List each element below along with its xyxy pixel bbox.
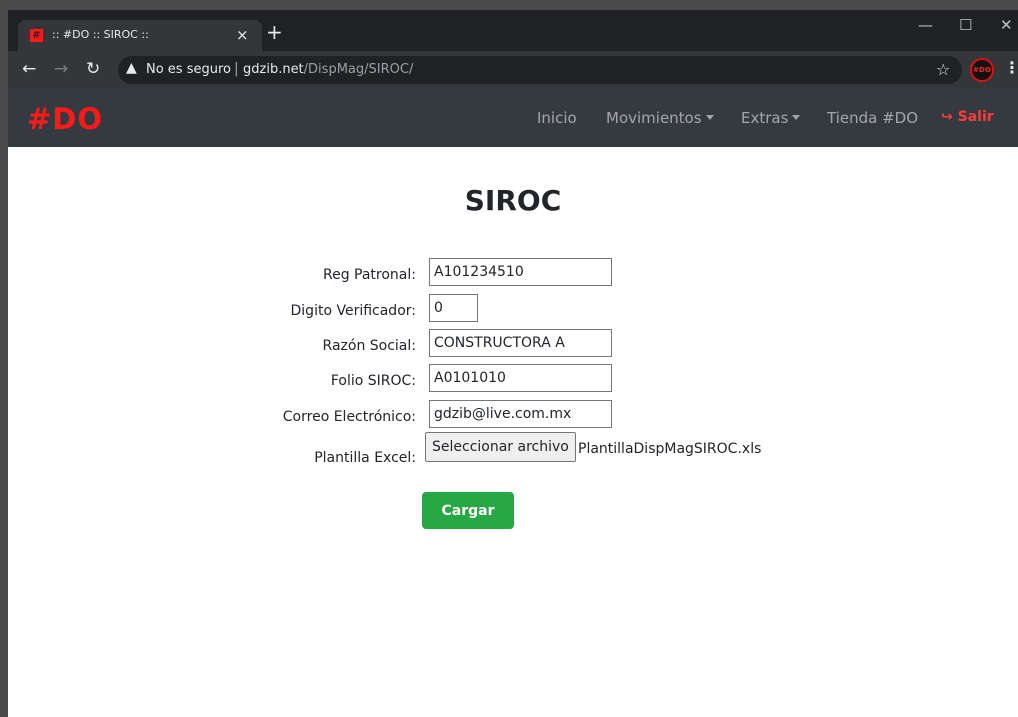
razon-social-label: Razón Social: xyxy=(322,338,416,354)
nav-salir-label: Salir xyxy=(957,109,994,125)
minimize-icon[interactable]: — xyxy=(918,16,933,34)
back-icon[interactable]: ← xyxy=(22,59,36,79)
url-text[interactable]: gdzib.net/DispMag/SIROC/ xyxy=(243,62,413,77)
nav-tienda[interactable]: Tienda #DO xyxy=(827,109,918,127)
browser-tab[interactable]: # :: #DO :: SIROC :: × xyxy=(18,20,262,51)
nav-inicio[interactable]: Inicio xyxy=(537,109,577,127)
profile-avatar[interactable]: #DO xyxy=(970,58,994,82)
nav-extras-label: Extras xyxy=(741,109,789,127)
page-content: #DO Inicio Movimientos Extras Tienda #DO… xyxy=(8,89,1018,717)
security-label[interactable]: No es seguro xyxy=(146,62,231,77)
razon-social-input[interactable] xyxy=(429,329,612,357)
address-bar[interactable]: ▲ No es seguro | gdzib.net/DispMag/SIROC… xyxy=(118,56,962,84)
close-window-icon[interactable]: ✕ xyxy=(1000,16,1013,34)
correo-label: Correo Electrónico: xyxy=(282,409,416,425)
reload-icon[interactable]: ↻ xyxy=(86,59,100,79)
sign-out-icon: ↪ xyxy=(941,109,953,125)
nav-salir[interactable]: ↪ Salir xyxy=(941,109,994,125)
maximize-icon[interactable]: ☐ xyxy=(959,16,972,34)
choose-file-button[interactable]: Seleccionar archivo xyxy=(425,432,576,462)
plantilla-label: Plantilla Excel: xyxy=(314,450,416,466)
warning-icon: ▲ xyxy=(126,60,137,76)
digito-verificador-input[interactable] xyxy=(429,294,478,322)
url-path: /DispMag/SIROC/ xyxy=(303,62,414,77)
folio-siroc-label: Folio SIROC: xyxy=(330,373,416,389)
address-separator: | xyxy=(234,61,239,77)
favicon-icon: # xyxy=(30,29,43,42)
browser-menu-icon[interactable]: ⋮ xyxy=(1004,58,1018,77)
folio-siroc-input[interactable] xyxy=(429,364,612,392)
correo-input[interactable] xyxy=(429,400,612,428)
digito-verificador-label: Digito Verificador: xyxy=(290,303,416,319)
site-navbar: #DO Inicio Movimientos Extras Tienda #DO… xyxy=(8,89,1018,147)
browser-toolbar: ← → ↻ ▲ No es seguro | gdzib.net/DispMag… xyxy=(8,51,1018,89)
url-host: gdzib.net xyxy=(243,62,304,77)
brand-logo[interactable]: #DO xyxy=(27,102,103,136)
reg-patronal-input[interactable] xyxy=(429,258,612,286)
nav-extras[interactable]: Extras xyxy=(741,109,801,127)
caret-down-icon xyxy=(705,115,714,120)
cargar-button[interactable]: Cargar xyxy=(422,492,514,529)
tab-strip: # :: #DO :: SIROC :: × + — ☐ ✕ xyxy=(8,10,1018,51)
caret-down-icon xyxy=(792,115,801,120)
selected-filename: PlantillaDispMagSIROC.xls xyxy=(578,441,762,457)
browser-window: # :: #DO :: SIROC :: × + — ☐ ✕ ← → ↻ ▲ N… xyxy=(8,10,1018,717)
tab-close-icon[interactable]: × xyxy=(236,26,249,44)
tab-title: :: #DO :: SIROC :: xyxy=(52,28,149,41)
nav-movimientos[interactable]: Movimientos xyxy=(606,109,714,127)
new-tab-icon[interactable]: + xyxy=(266,22,283,42)
bookmark-star-icon[interactable]: ☆ xyxy=(936,60,950,79)
reg-patronal-label: Reg Patronal: xyxy=(322,267,416,283)
page-title: SIROC xyxy=(464,184,562,217)
forward-icon[interactable]: → xyxy=(54,59,68,79)
nav-movimientos-label: Movimientos xyxy=(606,109,702,127)
